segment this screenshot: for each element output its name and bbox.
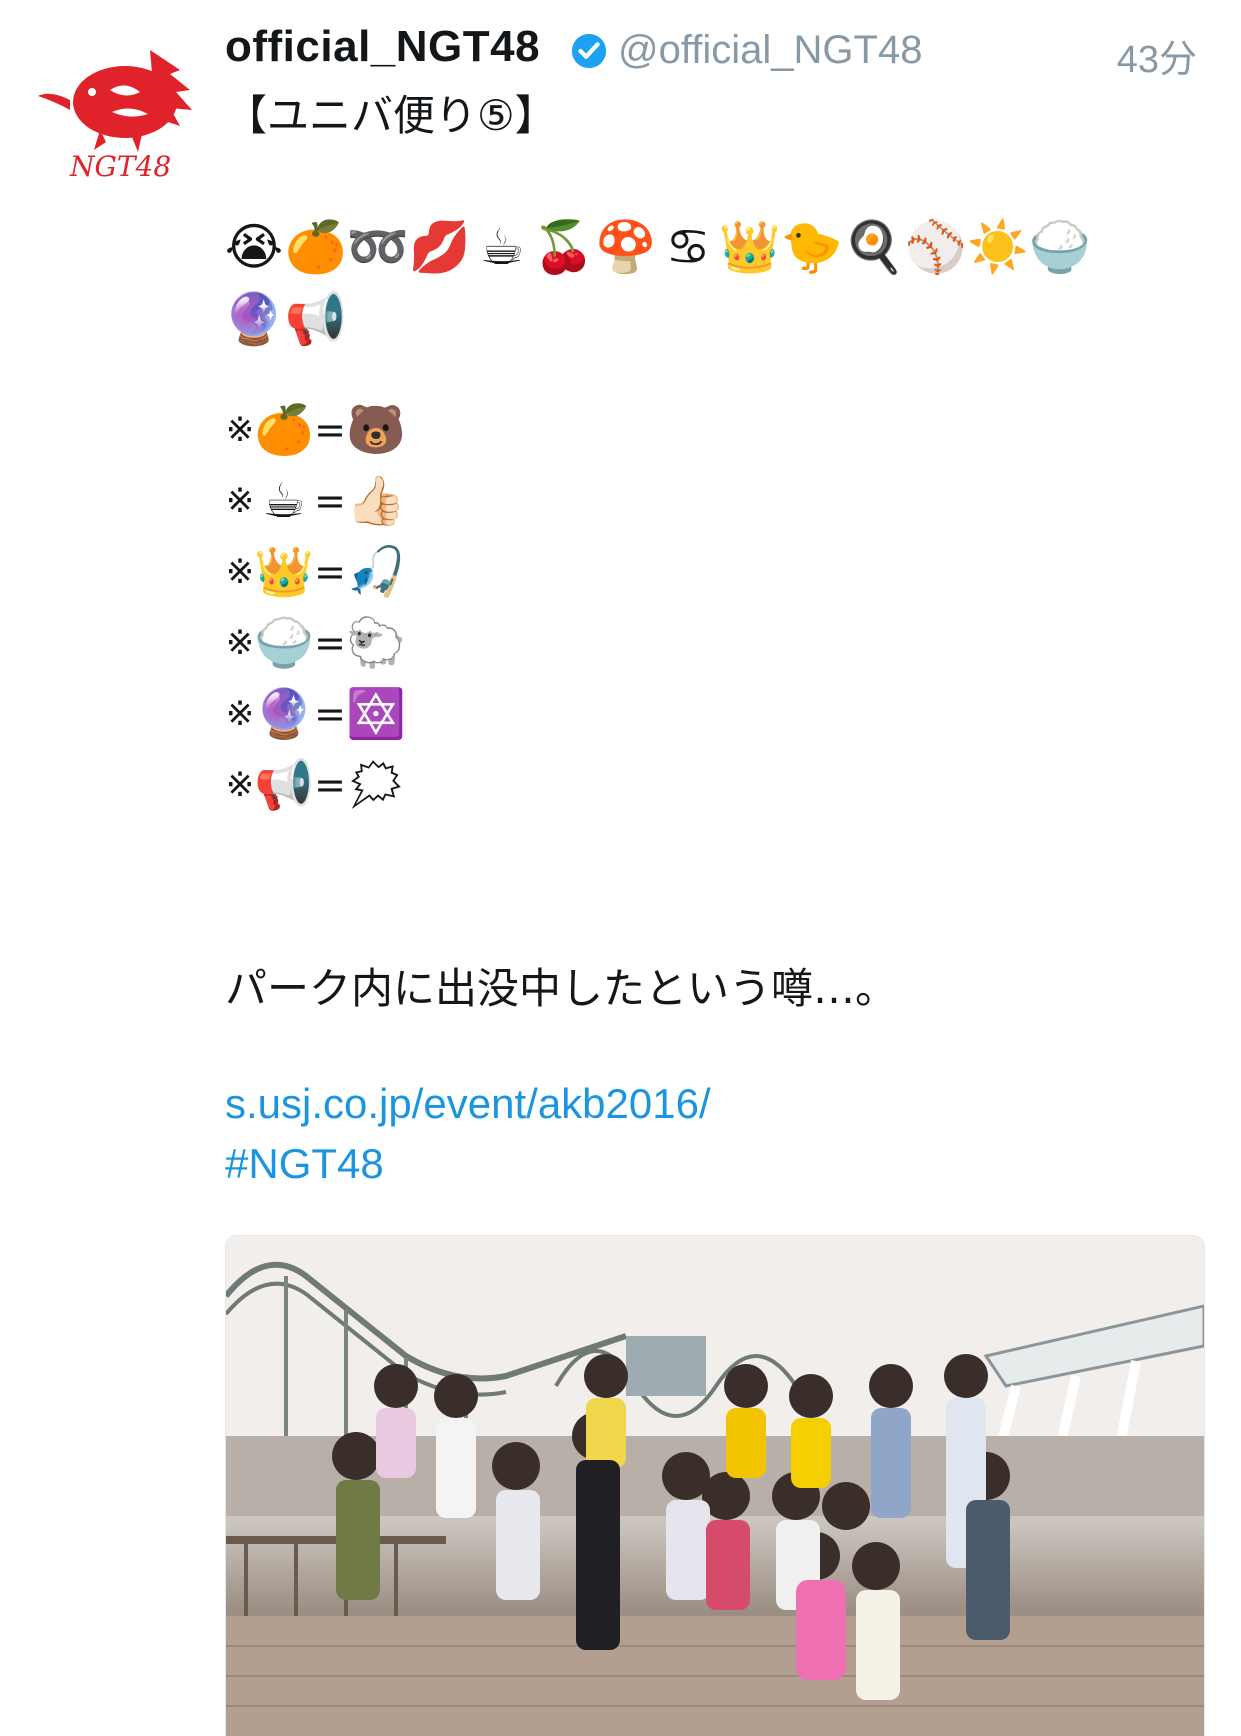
emoji: ⚾ xyxy=(904,218,968,276)
reference-mark: ※ xyxy=(225,410,255,450)
emoji: 🔯 xyxy=(346,686,406,742)
emoji: 🍒 xyxy=(532,218,596,276)
display-name[interactable]: official_NGT48 xyxy=(225,22,540,72)
emoji-line-1: 😭 🍊 ➿ 💋 ☕ 🍒 🍄 ♋ 👑 🐤 🍳 ⚾ ☀️ 🍚 xyxy=(224,218,1092,276)
emoji: ☀️ xyxy=(966,218,1030,276)
verified-badge-icon xyxy=(571,33,607,69)
hashtag-link[interactable]: #NGT48 xyxy=(225,1140,384,1188)
emoji: 🍚 xyxy=(1028,218,1092,276)
emoji: 🍄 xyxy=(594,218,658,276)
equals-sign: = xyxy=(314,550,346,594)
emoji-legend-row: ※ 🍊 = 🐻 xyxy=(225,400,406,460)
emoji: 📢 xyxy=(284,290,348,348)
emoji: ➿ xyxy=(346,218,410,276)
emoji-legend-row: ※ 📢 = 🗯 xyxy=(225,755,407,815)
group-photo-image xyxy=(226,1236,1204,1736)
emoji: 🍚 xyxy=(254,615,314,671)
emoji: 😭 xyxy=(224,218,284,276)
emoji: 👑 xyxy=(718,218,782,276)
emoji: 🍳 xyxy=(842,218,906,276)
emoji-legend-row: ※ 👑 = 🎣 xyxy=(225,542,406,602)
equals-sign: = xyxy=(314,763,346,807)
emoji: 📢 xyxy=(254,757,314,813)
equals-sign: = xyxy=(314,692,346,736)
emoji-legend-row: ※ 🍚 = 🐑 xyxy=(225,613,406,673)
reference-mark: ※ xyxy=(225,765,255,805)
emoji: ♋ xyxy=(665,218,711,276)
emoji: 🔮 xyxy=(254,686,314,742)
emoji: 🐑 xyxy=(346,615,406,671)
avatar[interactable]: NGT48 xyxy=(30,30,210,183)
emoji: 💋 xyxy=(408,218,472,276)
tweet-photo[interactable] xyxy=(225,1235,1205,1736)
equals-sign: = xyxy=(314,479,346,523)
emoji: 🔮 xyxy=(222,290,286,348)
reference-mark: ※ xyxy=(225,481,255,521)
emoji: 🍊 xyxy=(254,402,314,458)
emoji: ☕ xyxy=(479,218,525,276)
emoji: 🐤 xyxy=(780,218,844,276)
user-handle[interactable]: @official_NGT48 xyxy=(618,28,922,73)
timestamp[interactable]: 43分 xyxy=(1117,28,1197,83)
event-link[interactable]: s.usj.co.jp/event/akb2016/ xyxy=(225,1080,711,1128)
equals-sign: = xyxy=(314,621,346,665)
emoji-legend-row: ※ ☕ = 👍🏻 xyxy=(225,471,406,531)
emoji-legend-row: ※ 🔮 = 🔯 xyxy=(225,684,406,744)
svg-text:NGT48: NGT48 xyxy=(69,150,171,180)
reference-mark: ※ xyxy=(225,623,255,663)
emoji: ☕ xyxy=(262,473,306,529)
tweet-body: パーク内に出没中したという噂…。 xyxy=(225,964,898,1013)
emoji: 👑 xyxy=(254,544,314,600)
emoji-line-2: 🔮 📢 xyxy=(222,290,348,348)
tweet-title: 【ユニバ便り⑤】 xyxy=(225,91,557,140)
emoji: 🎣 xyxy=(346,544,406,600)
ngt48-logo-icon: NGT48 xyxy=(38,50,192,183)
emoji: 🍊 xyxy=(284,218,348,276)
reference-mark: ※ xyxy=(225,694,255,734)
emoji: 🐻 xyxy=(346,402,406,458)
emoji: 👍🏻 xyxy=(346,473,406,529)
equals-sign: = xyxy=(314,408,346,452)
emoji: 🗯 xyxy=(345,757,407,813)
reference-mark: ※ xyxy=(225,552,255,592)
tweet-header: official_NGT48 @official_NGT48 43分 xyxy=(225,22,1201,82)
